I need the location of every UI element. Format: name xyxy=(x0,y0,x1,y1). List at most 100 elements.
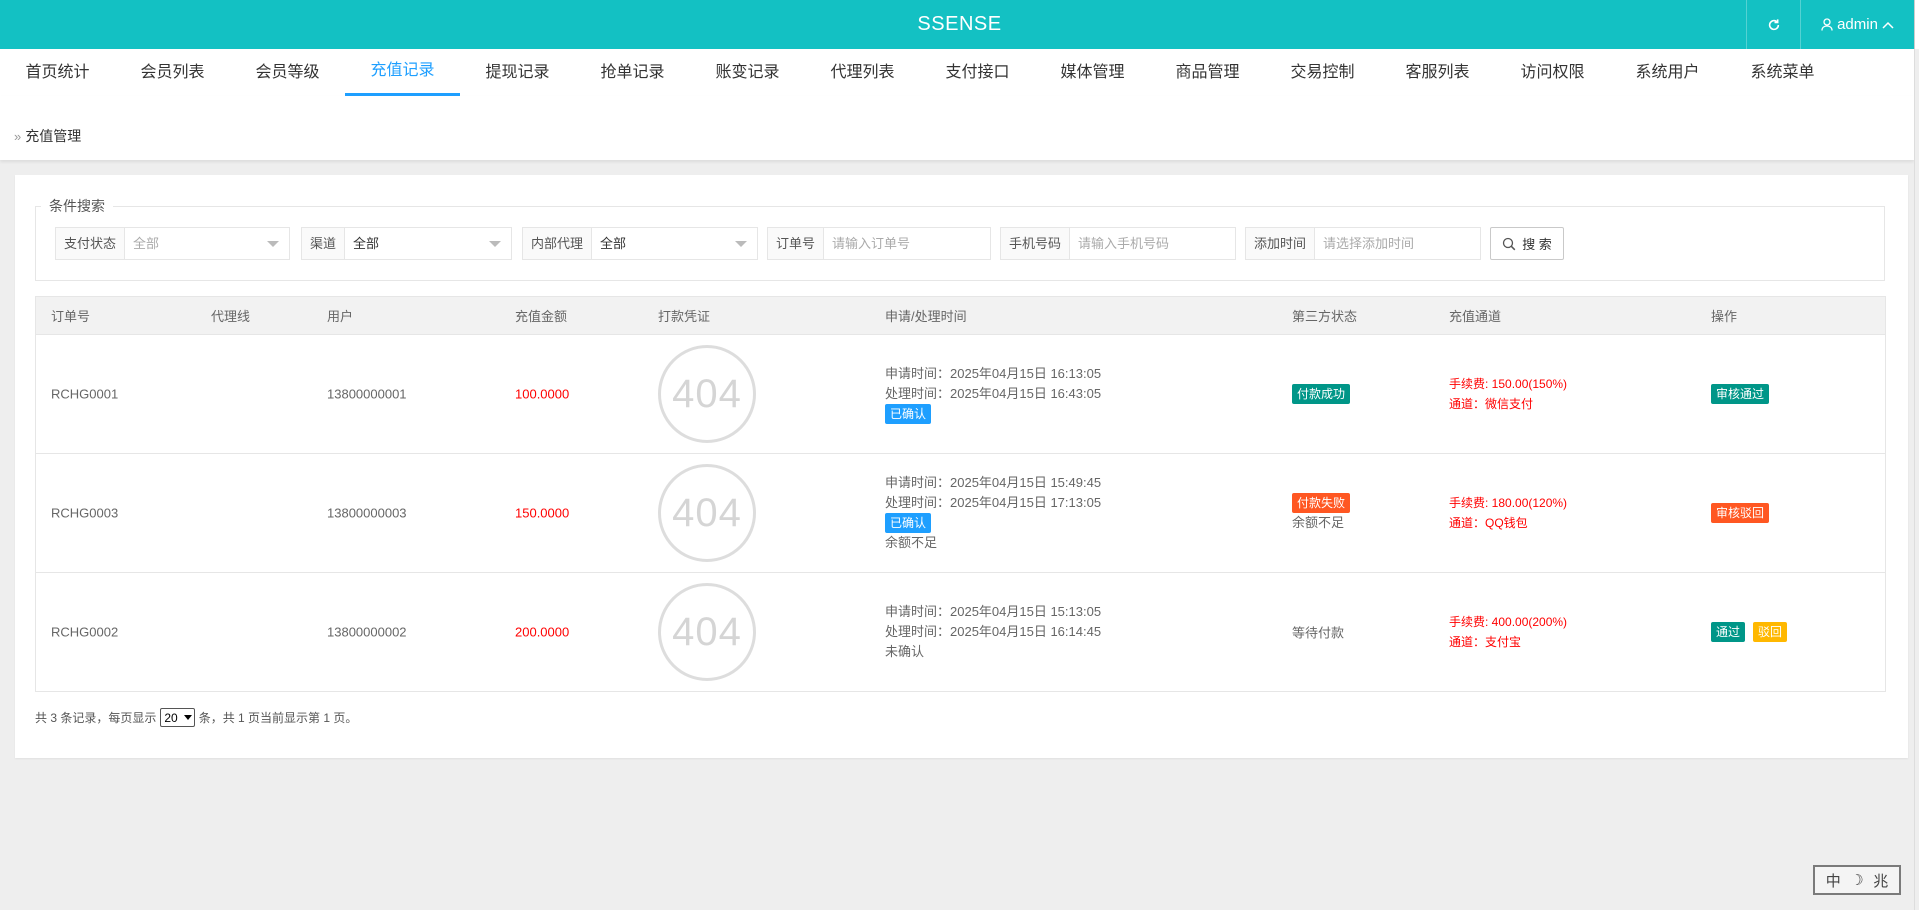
apply-time: 申请时间：2025年04月15日 15:13:05 xyxy=(885,604,1102,619)
ime-language-icon[interactable]: 中 xyxy=(1826,870,1841,891)
order-no-label: 订单号 xyxy=(768,228,825,259)
channel-text: 通道：微信支付 xyxy=(1449,397,1534,411)
ops-cell: 审核通过 xyxy=(1711,384,1770,404)
col-channel: 充值通道 xyxy=(1449,309,1502,324)
ime-mode-icon[interactable]: 兆 xyxy=(1873,870,1888,891)
tab-access-permissions[interactable]: 访问权限 xyxy=(1495,49,1610,96)
search-icon xyxy=(1503,237,1516,250)
tab-product-management[interactable]: 商品管理 xyxy=(1150,49,1265,96)
channel-text: 通道：QQ钱包 xyxy=(1449,516,1528,530)
table-row: RCHG0002 13800000002 200.0000 404 申请时间：2… xyxy=(35,573,1886,692)
third-status-text: 等待付款 xyxy=(1292,625,1345,641)
search-button-label: 搜 索 xyxy=(1522,237,1552,252)
app-title: SSENSE xyxy=(917,13,1002,35)
add-time-field[interactable]: 添加时间 请选择添加时间 xyxy=(1245,227,1481,260)
user-menu[interactable]: admin xyxy=(1800,0,1914,49)
refresh-icon xyxy=(1768,18,1779,30)
time-cell: 申请时间：2025年04月15日 16:13:05 处理时间：2025年04月1… xyxy=(885,364,1101,424)
pagination-suffix: 条，共 1 页当前显示第 1 页。 xyxy=(198,711,358,725)
remark-text: 余额不足 xyxy=(885,535,938,550)
process-time: 处理时间：2025年04月15日 17:13:05 xyxy=(885,495,1102,510)
tab-payment-interface[interactable]: 支付接口 xyxy=(920,49,1035,96)
channel-cell: 手续费: 150.00(150%) 通道：微信支付 xyxy=(1449,374,1567,414)
breadcrumb-separator-icon: » xyxy=(14,128,22,144)
ime-moon-icon[interactable]: ☽ xyxy=(1850,871,1863,889)
tab-customer-service-list[interactable]: 客服列表 xyxy=(1380,49,1495,96)
recharge-table: 订单号 代理线 用户 充值金额 打款凭证 申请/处理时间 第三方状态 充值通道 … xyxy=(35,296,1886,692)
approve-button[interactable]: 通过 xyxy=(1711,622,1746,642)
add-time-input[interactable]: 请选择添加时间 xyxy=(1315,228,1480,259)
voucher-image[interactable]: 404 xyxy=(658,583,756,681)
channel-select[interactable]: 渠道 全部 xyxy=(301,227,512,260)
ime-toolbar[interactable]: 中 ☽ 兆 xyxy=(1813,865,1901,895)
scrollbar-top xyxy=(1914,0,1919,49)
breadcrumb-bar: » 充值管理 xyxy=(0,96,1914,160)
per-page-value: 20 xyxy=(164,710,178,725)
col-order-no: 订单号 xyxy=(51,309,91,324)
order-no-cell: RCHG0002 xyxy=(51,624,119,640)
pay-status-select[interactable]: 支付状态 全部 xyxy=(55,227,290,260)
tab-system-users[interactable]: 系统用户 xyxy=(1610,49,1725,96)
chevron-down-icon xyxy=(735,241,747,247)
table-row: RCHG0003 13800000003 150.0000 404 申请时间：2… xyxy=(35,454,1886,573)
tab-trade-control[interactable]: 交易控制 xyxy=(1265,49,1380,96)
order-no-field[interactable]: 订单号 请输入订单号 xyxy=(767,227,991,260)
tab-balance-change-records[interactable]: 账变记录 xyxy=(690,49,805,96)
process-time: 处理时间：2025年04月15日 16:14:45 xyxy=(885,624,1102,639)
tab-member-level[interactable]: 会员等级 xyxy=(230,49,345,96)
table-header: 订单号 代理线 用户 充值金额 打款凭证 申请/处理时间 第三方状态 充值通道 … xyxy=(35,296,1886,335)
order-no-input[interactable]: 请输入订单号 xyxy=(824,228,990,259)
internal-agent-label: 内部代理 xyxy=(523,228,593,259)
col-user: 用户 xyxy=(327,309,354,324)
chevron-down-icon xyxy=(183,715,192,720)
tab-home-stats[interactable]: 首页统计 xyxy=(0,49,115,96)
recharge-records-card: 条件搜索 支付状态 全部 渠道 全部 内部代理 全部 订单号 请输入订单号 手机… xyxy=(15,175,1908,758)
reject-button[interactable]: 驳回 xyxy=(1753,622,1788,642)
chevron-down-icon xyxy=(267,241,279,247)
tab-recharge-records[interactable]: 充值记录 xyxy=(345,49,460,96)
tab-member-list[interactable]: 会员列表 xyxy=(115,49,230,96)
third-status-badge: 付款失败 xyxy=(1292,493,1351,513)
tab-agent-list[interactable]: 代理列表 xyxy=(805,49,920,96)
phone-input[interactable]: 请输入手机号码 xyxy=(1070,228,1235,259)
ops-cell: 通过 驳回 xyxy=(1711,622,1788,642)
user-name: admin xyxy=(1837,16,1878,33)
tab-system-menu[interactable]: 系统菜单 xyxy=(1725,49,1840,96)
user-cell: 13800000001 xyxy=(327,386,407,402)
ops-cell: 审核驳回 xyxy=(1711,503,1770,523)
internal-agent-value: 全部 xyxy=(600,236,627,251)
tab-media-management[interactable]: 媒体管理 xyxy=(1035,49,1150,96)
apply-time: 申请时间：2025年04月15日 16:13:05 xyxy=(885,366,1102,381)
channel-text: 通道：支付宝 xyxy=(1449,635,1522,649)
table-row: RCHG0001 13800000001 100.0000 404 申请时间：2… xyxy=(35,335,1886,454)
internal-agent-select[interactable]: 内部代理 全部 xyxy=(522,227,758,260)
refresh-button[interactable] xyxy=(1746,0,1800,49)
third-status-note: 余额不足 xyxy=(1292,515,1345,530)
chevron-down-icon xyxy=(489,241,501,247)
fee-text: 手续费: 150.00(150%) xyxy=(1449,377,1568,391)
voucher-image[interactable]: 404 xyxy=(658,464,756,562)
tab-grab-order-records[interactable]: 抢单记录 xyxy=(575,49,690,96)
search-button[interactable]: 搜 索 xyxy=(1490,227,1564,260)
amount-cell: 200.0000 xyxy=(515,624,570,640)
tab-withdraw-records[interactable]: 提现记录 xyxy=(460,49,575,96)
phone-field[interactable]: 手机号码 请输入手机号码 xyxy=(1000,227,1236,260)
breadcrumb-current: 充值管理 xyxy=(25,128,82,144)
per-page-select[interactable]: 20 xyxy=(160,708,195,727)
chevron-up-icon xyxy=(1882,21,1894,29)
order-no-cell: RCHG0003 xyxy=(51,505,119,521)
approved-button[interactable]: 审核通过 xyxy=(1711,384,1770,404)
col-ops: 操作 xyxy=(1711,309,1738,324)
pagination: 共 3 条记录，每页显示 20 条，共 1 页当前显示第 1 页。 xyxy=(35,708,357,727)
page-scrollbar[interactable] xyxy=(1914,49,1919,910)
breadcrumb: » 充值管理 xyxy=(14,126,81,146)
rejected-button[interactable]: 审核驳回 xyxy=(1711,503,1770,523)
third-status-badge: 付款成功 xyxy=(1292,384,1351,404)
channel-label: 渠道 xyxy=(302,228,346,259)
confirm-text: 未确认 xyxy=(885,644,925,659)
voucher-image[interactable]: 404 xyxy=(658,345,756,443)
fee-text: 手续费: 180.00(120%) xyxy=(1449,496,1568,510)
amount-cell: 150.0000 xyxy=(515,505,570,521)
phone-label: 手机号码 xyxy=(1001,228,1071,259)
pay-status-label: 支付状态 xyxy=(56,228,126,259)
